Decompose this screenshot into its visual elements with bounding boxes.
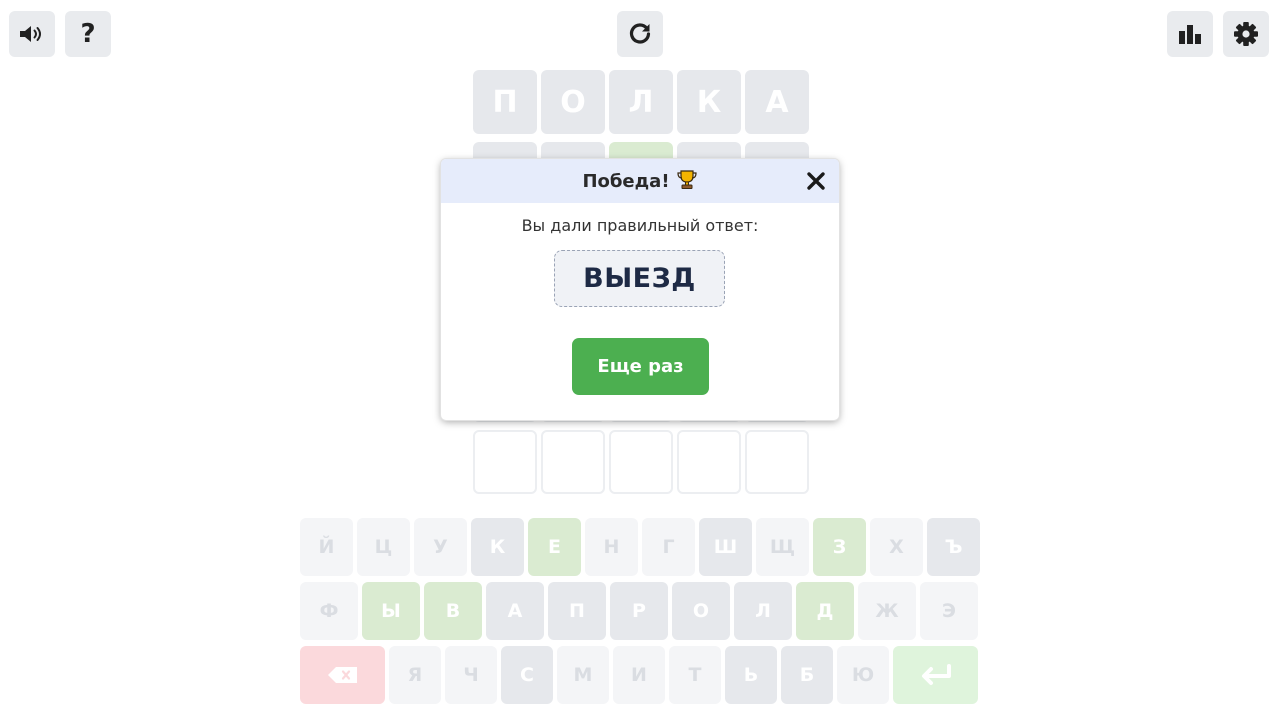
backspace-icon xyxy=(327,667,357,683)
bar-chart-icon xyxy=(1179,25,1201,44)
refresh-icon xyxy=(629,23,651,44)
letter-key[interactable]: Г xyxy=(642,518,695,576)
letter-tile xyxy=(541,430,605,494)
gear-icon xyxy=(1234,22,1258,46)
enter-icon xyxy=(921,664,951,685)
letter-tile: О xyxy=(541,70,605,134)
letter-key[interactable]: Я xyxy=(389,646,441,704)
letter-key[interactable]: Ю xyxy=(837,646,889,704)
dialog-message: Вы дали правильный ответ: xyxy=(521,216,759,235)
letter-tile xyxy=(473,430,537,494)
trophy-icon xyxy=(676,168,698,194)
letter-key[interactable]: И xyxy=(613,646,665,704)
speaker-icon xyxy=(20,26,41,42)
letter-key[interactable]: Й xyxy=(300,518,353,576)
letter-key[interactable]: У xyxy=(414,518,467,576)
letter-key[interactable]: Э xyxy=(920,582,978,640)
letter-key[interactable]: Ж xyxy=(858,582,916,640)
letter-key[interactable]: С xyxy=(501,646,553,704)
letter-key[interactable]: Х xyxy=(870,518,923,576)
enter-key[interactable] xyxy=(893,646,978,704)
letter-tile: П xyxy=(473,70,537,134)
board-row: ПОЛКА xyxy=(473,70,809,134)
letter-key[interactable]: Т xyxy=(669,646,721,704)
letter-key[interactable]: Ш xyxy=(699,518,752,576)
backspace-key[interactable] xyxy=(300,646,385,704)
letter-key[interactable]: Ъ xyxy=(927,518,980,576)
play-again-button[interactable]: Еще раз xyxy=(572,338,709,395)
letter-key[interactable]: Е xyxy=(528,518,581,576)
letter-key[interactable]: М xyxy=(557,646,609,704)
restart-button[interactable] xyxy=(617,11,663,57)
close-icon xyxy=(807,172,825,190)
dialog-title: Победа! xyxy=(582,170,670,192)
answer-word: ВЫЕЗД xyxy=(554,250,725,307)
dialog-header: Победа! xyxy=(441,159,839,203)
letter-key[interactable]: А xyxy=(486,582,544,640)
letter-key[interactable]: З xyxy=(813,518,866,576)
sound-button[interactable] xyxy=(9,11,55,57)
stats-button[interactable] xyxy=(1167,11,1213,57)
victory-dialog: Победа! Вы дали правильный ответ: ВЫЕЗД … xyxy=(441,159,839,420)
letter-key[interactable]: Ф xyxy=(300,582,358,640)
letter-key[interactable]: Б xyxy=(781,646,833,704)
letter-key[interactable]: К xyxy=(471,518,524,576)
board-row xyxy=(473,430,809,494)
letter-key[interactable]: Ч xyxy=(445,646,497,704)
letter-key[interactable]: Л xyxy=(734,582,792,640)
letter-key[interactable]: О xyxy=(672,582,730,640)
letter-tile xyxy=(609,430,673,494)
letter-tile: К xyxy=(677,70,741,134)
letter-tile xyxy=(745,430,809,494)
settings-button[interactable] xyxy=(1223,11,1269,57)
letter-tile xyxy=(677,430,741,494)
close-button[interactable] xyxy=(805,170,827,192)
help-button[interactable]: ? xyxy=(65,11,111,57)
letter-key[interactable]: Д xyxy=(796,582,854,640)
letter-key[interactable]: Р xyxy=(610,582,668,640)
letter-key[interactable]: Ь xyxy=(725,646,777,704)
help-icon: ? xyxy=(80,19,96,49)
letter-tile: Л xyxy=(609,70,673,134)
letter-key[interactable]: Ц xyxy=(357,518,410,576)
letter-tile: А xyxy=(745,70,809,134)
letter-key[interactable]: П xyxy=(548,582,606,640)
letter-key[interactable]: Щ xyxy=(756,518,809,576)
letter-key[interactable]: Н xyxy=(585,518,638,576)
letter-key[interactable]: В xyxy=(424,582,482,640)
letter-key[interactable]: Ы xyxy=(362,582,420,640)
